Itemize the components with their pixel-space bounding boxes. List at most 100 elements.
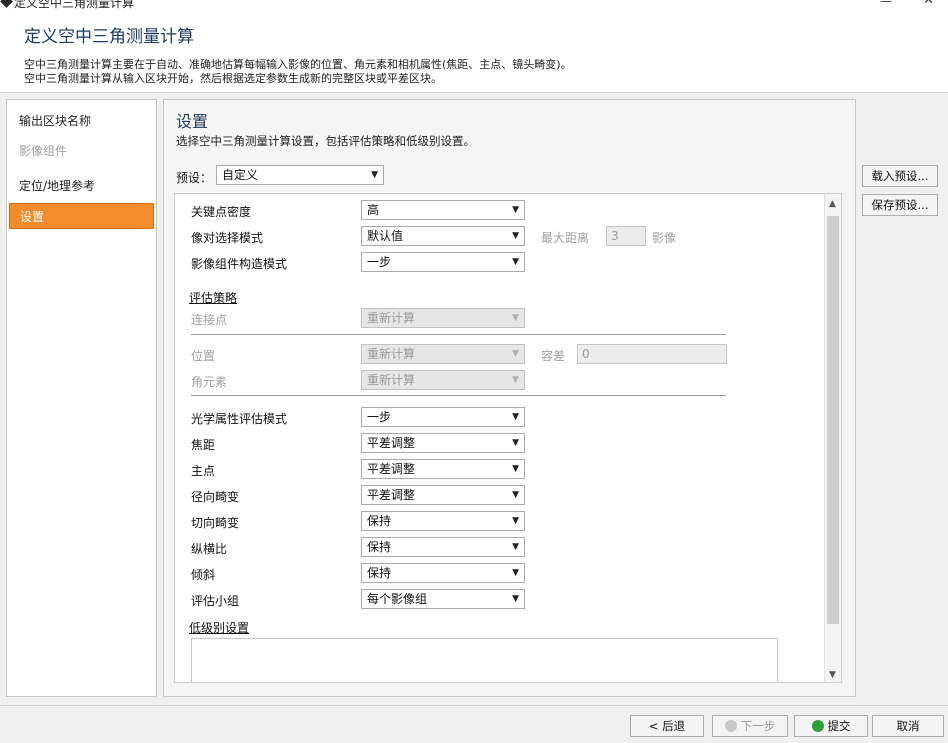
position-value: 重新计算 [367,347,416,361]
estimation-group-value: 每个影像组 [367,592,428,606]
skew-value: 保持 [367,566,392,580]
app-icon [0,0,13,8]
close-button[interactable]: ✕ [923,0,934,8]
divider [191,395,726,396]
tolerance-input: 0 [577,344,727,364]
estimation-group-label: 评估小组 [191,594,240,608]
header-description-2: 空中三角测量计算从输入区块开始，然后根据选定参数生成新的完整区块或平差区块。 [24,72,442,85]
wizard-header: 定义空中三角测量计算 空中三角测量计算主要在于自动、准确地估算每幅输入影像的位置… [0,10,948,92]
max-distance-input[interactable]: 3 [606,226,646,246]
tangential-distortion-dropdown[interactable]: 保持 ▼ [361,511,525,531]
component-mode-dropdown[interactable]: 一步 ▼ [361,252,525,272]
chevron-down-icon: ▼ [512,313,519,323]
skew-label: 倾斜 [191,568,216,582]
keypoint-density-dropdown[interactable]: 高 ▼ [361,200,525,220]
window-titlebar: 定义空中三角测量计算 — ✕ [0,0,948,10]
preset-dropdown[interactable]: 自定义 ▼ [216,165,384,185]
scroll-up-icon[interactable]: ▲ [829,199,836,209]
page-title: 定义空中三角测量计算 [24,27,194,47]
tolerance-label: 容差 [541,349,566,363]
rotation-label: 角元素 [191,375,228,389]
focal-length-label: 焦距 [191,438,216,452]
chevron-down-icon: ▼ [512,375,519,385]
save-preset-button[interactable]: 保存预设... [862,194,938,216]
chevron-down-icon: ▼ [512,231,519,241]
max-distance-unit: 影像 [652,231,677,245]
next-arrow-icon [724,720,737,732]
settings-page: 设置 选择空中三角测量计算设置，包括评估策略和低级别设置。 预设： 自定义 ▼ … [163,99,856,697]
divider [191,334,726,335]
next-label: 下一步 [740,719,776,733]
pair-selection-label: 像对选择模式 [191,231,264,245]
next-button: 下一步 [712,715,788,737]
chevron-down-icon: ▼ [512,349,519,359]
rotation-dropdown: 重新计算 ▼ [361,370,525,390]
aspect-ratio-value: 保持 [367,540,392,554]
principal-point-label: 主点 [191,464,216,478]
position-dropdown: 重新计算 ▼ [361,344,525,364]
aspect-ratio-dropdown[interactable]: 保持 ▼ [361,537,525,557]
tangential-distortion-label: 切向畸变 [191,516,240,530]
pair-selection-dropdown[interactable]: 默认值 ▼ [361,226,525,246]
chevron-down-icon: ▼ [512,205,519,215]
settings-description: 选择空中三角测量计算设置，包括评估策略和低级别设置。 [176,134,475,148]
principal-point-dropdown[interactable]: 平差调整 ▼ [361,459,525,479]
chevron-down-icon: ▼ [512,594,519,604]
preset-value: 自定义 [222,168,259,182]
optical-mode-dropdown[interactable]: 一步 ▼ [361,407,525,427]
preset-label: 预设： [176,171,213,185]
sidebar-item-output-block-name[interactable]: 输出区块名称 [9,108,154,134]
tie-points-value: 重新计算 [367,311,416,325]
tie-points-dropdown: 重新计算 ▼ [361,308,525,328]
header-divider [0,92,948,93]
submit-button[interactable]: 提交 [794,715,868,737]
component-mode-label: 影像组件构造模式 [191,257,288,271]
principal-point-value: 平差调整 [367,462,416,476]
chevron-down-icon: ▼ [512,490,519,500]
tie-points-label: 连接点 [191,313,228,327]
component-mode-value: 一步 [367,255,392,269]
radial-distortion-label: 径向畸变 [191,490,240,504]
keypoint-density-label: 关键点密度 [191,205,252,219]
low-level-settings-textarea[interactable] [191,638,778,682]
chevron-down-icon: ▼ [512,568,519,578]
estimation-strategy-heading: 评估策略 [189,291,238,305]
aspect-ratio-label: 纵横比 [191,542,228,556]
scroll-down-icon[interactable]: ▼ [829,670,836,680]
submit-label: 提交 [827,719,851,733]
sidebar-item-photo-components: 影像组件 [19,144,68,158]
chevron-down-icon: ▼ [512,464,519,474]
focal-length-dropdown[interactable]: 平差调整 ▼ [361,433,525,453]
sidebar-item-positioning[interactable]: 定位/地理参考 [9,173,154,199]
wizard-steps-sidebar: 输出区块名称 影像组件 定位/地理参考 设置 [6,99,157,697]
max-distance-label: 最大距离 [541,231,590,245]
chevron-down-icon: ▼ [512,542,519,552]
scrollbar-thumb[interactable] [827,216,839,624]
minimize-button[interactable]: — [880,0,892,8]
panel-scrollbar[interactable]: ▲ ▼ [824,194,841,682]
estimation-group-dropdown[interactable]: 每个影像组 ▼ [361,589,525,609]
chevron-down-icon: ▼ [371,170,378,180]
load-preset-button[interactable]: 载入预设... [862,165,938,187]
cancel-button[interactable]: 取消 [872,715,944,737]
window-title: 定义空中三角测量计算 [14,0,135,10]
keypoint-density-value: 高 [367,203,380,217]
radial-distortion-dropdown[interactable]: 平差调整 ▼ [361,485,525,505]
chevron-down-icon: ▼ [512,438,519,448]
chevron-down-icon: ▼ [512,516,519,526]
low-level-settings-heading: 低级别设置 [189,621,250,635]
settings-title: 设置 [176,112,209,131]
check-icon [811,720,824,732]
position-label: 位置 [191,349,216,363]
chevron-down-icon: ▼ [512,257,519,267]
skew-dropdown[interactable]: 保持 ▼ [361,563,525,583]
back-button[interactable]: < 后退 [630,715,704,737]
optical-mode-label: 光学属性评估模式 [191,412,288,426]
settings-panel: 关键点密度 高 ▼ 像对选择模式 默认值 ▼ 最大距离 3 影像 影像组件构造模… [174,193,842,683]
optical-mode-value: 一步 [367,410,392,424]
radial-distortion-value: 平差调整 [367,488,416,502]
rotation-value: 重新计算 [367,373,416,387]
chevron-down-icon: ▼ [512,412,519,422]
sidebar-item-settings[interactable]: 设置 [9,203,154,229]
pair-selection-value: 默认值 [367,229,404,243]
